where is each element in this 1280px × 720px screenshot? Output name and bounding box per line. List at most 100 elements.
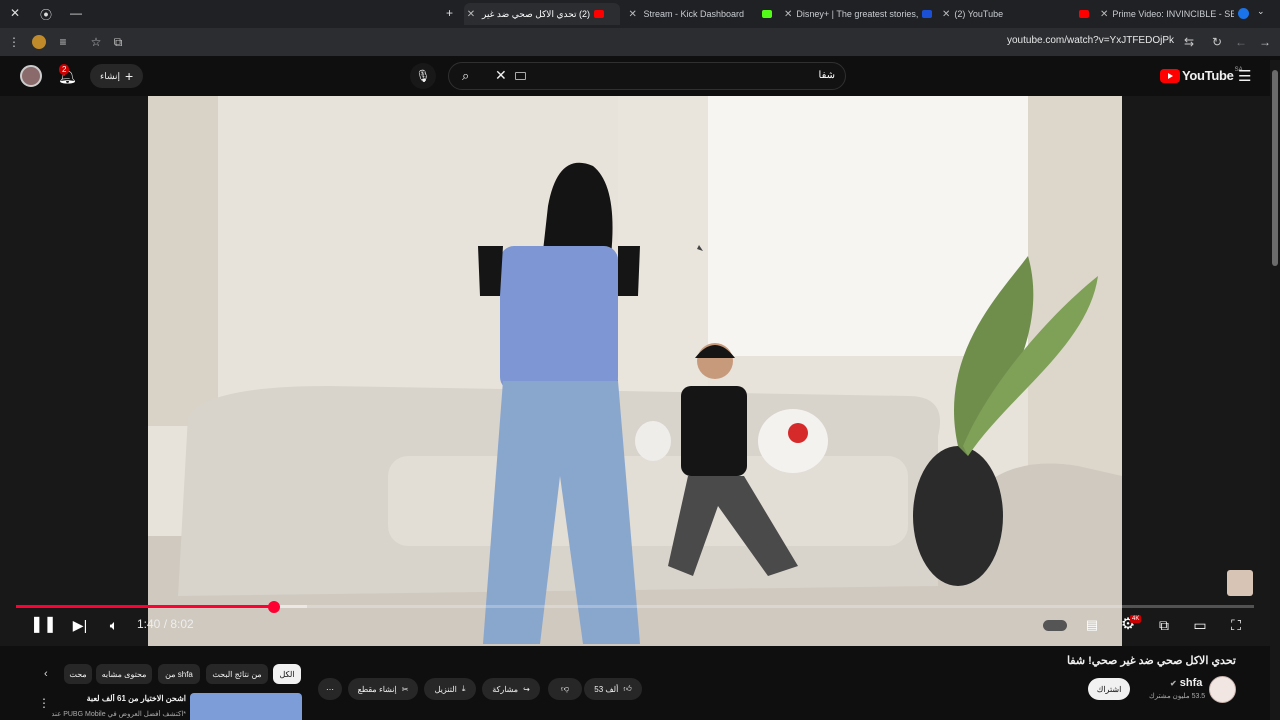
avatar[interactable] bbox=[20, 65, 42, 87]
more-actions-button[interactable]: ⋯ bbox=[318, 678, 342, 700]
video-frame[interactable] bbox=[148, 96, 1122, 646]
verified-badge-icon: ✔ bbox=[1170, 679, 1177, 688]
tab-disney-plus[interactable]: ✕ Disney+ | The greatest stories, bbox=[784, 3, 932, 25]
tab-youtube-home[interactable]: ✕ (2) YouTube bbox=[942, 3, 1092, 25]
channel-watermark[interactable] bbox=[1227, 570, 1253, 596]
bookmark-star-icon[interactable]: ☆ bbox=[88, 34, 104, 50]
profile-icon[interactable] bbox=[1238, 8, 1249, 19]
search-query: شفا bbox=[818, 70, 835, 81]
recommendation-menu-icon[interactable]: ⋮ bbox=[38, 696, 50, 710]
chip-all[interactable]: الكل bbox=[273, 664, 301, 684]
download-label: التنزيل bbox=[434, 684, 457, 694]
tab-search-chevron-icon[interactable]: ⌄ bbox=[1257, 6, 1265, 17]
scrollbar-thumb[interactable] bbox=[1272, 70, 1278, 266]
back-icon[interactable]: → bbox=[1257, 34, 1273, 50]
tab-kick-dashboard[interactable]: ✕ Stream - Kick Dashboard bbox=[626, 3, 776, 25]
pause-icon[interactable]: ❚❚ bbox=[30, 615, 57, 635]
tab-title: Disney+ | The greatest stories, bbox=[796, 9, 919, 19]
kick-favicon-icon bbox=[762, 10, 772, 18]
channel-avatar[interactable] bbox=[1209, 676, 1236, 703]
page-scrollbar[interactable] bbox=[1270, 60, 1280, 720]
extension-icon[interactable] bbox=[32, 35, 46, 49]
chip-related[interactable]: محتوى مشابه bbox=[96, 664, 152, 684]
tab-close-icon[interactable]: ✕ bbox=[942, 9, 950, 20]
create-button[interactable]: إنشاء + bbox=[90, 64, 144, 88]
youtube-masthead: 🔔︎ 2 إنشاء + 🎙︎ ⌕ ✕ شفا YouTube SA ☰ bbox=[0, 56, 1280, 96]
menu-dots-icon[interactable]: ⋮ bbox=[6, 34, 22, 50]
scissors-icon: ✂ bbox=[401, 684, 409, 694]
tab-youtube-video[interactable]: ✕ (2) تحدي الاكل صحي ضد غير bbox=[464, 3, 620, 25]
played-bar bbox=[16, 605, 274, 608]
cast-icon[interactable]: ⧉ bbox=[110, 34, 126, 50]
close-window-icon[interactable]: ✕ bbox=[10, 6, 20, 20]
more-dots-icon: ⋯ bbox=[326, 684, 334, 694]
like-count: 53 ألف bbox=[594, 684, 619, 694]
recommendation-subtitle: *اكتشف أفضل العروض في PUBG Mobile عند bbox=[52, 711, 186, 718]
below-video-section: تحدي الاكل صحي ضد غير صحي! شفا ✔ shfa 53… bbox=[0, 646, 1280, 720]
scrubber-handle[interactable] bbox=[267, 601, 280, 613]
theater-mode-icon[interactable]: ▭ bbox=[1190, 615, 1210, 635]
thumbs-down-icon: 👎︎ bbox=[560, 684, 570, 693]
subtitles-icon[interactable]: ▤ bbox=[1082, 615, 1102, 635]
thumbs-up-icon: 👍︎ bbox=[623, 684, 632, 693]
tab-close-icon[interactable]: ✕ bbox=[464, 9, 478, 20]
chevron-left-icon[interactable]: ‹ bbox=[44, 668, 48, 680]
volume-icon[interactable]: 🔈︎ bbox=[104, 615, 124, 635]
video-player[interactable]: ❚❚ ▶| 🔈︎ 1:40 / 8:02 ▤ ⚙ 4K ⧉ ▭ ⛶ bbox=[0, 96, 1280, 646]
clear-search-icon[interactable]: ✕ bbox=[495, 67, 507, 84]
plus-icon: + bbox=[125, 68, 134, 84]
site-settings-icon[interactable]: ⇆ bbox=[1181, 34, 1197, 50]
create-label: إنشاء bbox=[100, 70, 121, 81]
youtube-play-icon bbox=[1160, 68, 1180, 83]
youtube-wordmark: YouTube bbox=[1182, 68, 1234, 83]
share-button[interactable]: مشاركة ↪ bbox=[482, 678, 540, 700]
share-icon: ↪ bbox=[523, 684, 530, 694]
youtube-logo[interactable]: YouTube SA bbox=[1160, 67, 1243, 83]
new-tab-button[interactable]: + bbox=[446, 6, 453, 20]
tab-prime-video[interactable]: ✕ Prime Video: INVINCIBLE - SEA bbox=[1100, 3, 1234, 25]
reading-list-icon[interactable]: ≡ bbox=[55, 34, 71, 50]
tab-title: (2) YouTube bbox=[954, 9, 1004, 19]
share-label: مشاركة bbox=[492, 684, 519, 694]
disney-favicon-icon bbox=[922, 10, 932, 18]
tab-title: Prime Video: INVINCIBLE - SEA bbox=[1112, 9, 1234, 19]
microphone-icon[interactable]: 🎙︎ bbox=[410, 63, 436, 89]
tab-close-icon[interactable]: ✕ bbox=[626, 9, 639, 20]
tab-title: Stream - Kick Dashboard bbox=[643, 9, 744, 19]
clip-button[interactable]: إنشاء مقطع ✂ bbox=[348, 678, 418, 700]
search-icon[interactable]: ⌕ bbox=[462, 68, 469, 84]
recommendation-title[interactable]: اشحن الاختيار من 61 ألف لعبة bbox=[52, 694, 186, 703]
forward-icon[interactable]: ← bbox=[1233, 34, 1249, 50]
progress-bar[interactable] bbox=[16, 601, 1254, 613]
dislike-button[interactable]: 👎︎ bbox=[548, 678, 582, 700]
subscribe-button[interactable]: اشتراك bbox=[1088, 678, 1130, 700]
tab-close-icon[interactable]: ✕ bbox=[784, 9, 792, 20]
recommendation-thumbnail[interactable] bbox=[190, 693, 302, 720]
chip-from-search[interactable]: من نتائج البحث bbox=[206, 664, 268, 684]
record-icon[interactable]: ⦿ bbox=[40, 6, 52, 23]
reload-icon[interactable]: ↻ bbox=[1209, 34, 1225, 50]
chip-from-channel[interactable]: من shfa bbox=[158, 664, 200, 684]
minimize-icon[interactable]: — bbox=[70, 6, 82, 20]
hamburger-menu-icon[interactable]: ☰ bbox=[1238, 67, 1251, 85]
browser-address-bar: ⋮ ≡ ☆ ⧉ youtube.com/watch?v=YxJTFEDOjPk … bbox=[0, 28, 1280, 56]
search-input[interactable]: ⌕ ✕ شفا bbox=[448, 62, 846, 90]
download-button[interactable]: التنزيل ⤓ bbox=[424, 678, 476, 700]
tab-close-icon[interactable]: ✕ bbox=[1100, 9, 1108, 20]
channel-name[interactable]: ✔ shfa bbox=[1170, 677, 1202, 689]
browser-tab-strip: ✕ ⦿ — + ✕ (2) تحدي الاكل صحي ضد غير ✕ St… bbox=[0, 0, 1280, 28]
video-title: تحدي الاكل صحي ضد غير صحي! شفا bbox=[1066, 655, 1236, 667]
like-button[interactable]: 53 ألف 👍︎ bbox=[584, 678, 642, 700]
subscriber-count: 53.5 مليون مشترك bbox=[1149, 693, 1206, 700]
chip-more[interactable]: محت bbox=[64, 664, 92, 684]
url-field[interactable]: youtube.com/watch?v=YxJTFEDOjPk bbox=[1007, 35, 1174, 46]
next-video-icon[interactable]: ▶| bbox=[70, 615, 90, 635]
channel-name-text: shfa bbox=[1179, 677, 1203, 689]
keyboard-icon[interactable] bbox=[515, 72, 526, 80]
video-scene bbox=[148, 96, 1122, 646]
miniplayer-icon[interactable]: ⧉ bbox=[1154, 615, 1174, 635]
fullscreen-icon[interactable]: ⛶ bbox=[1226, 615, 1246, 635]
quality-badge: 4K bbox=[1130, 615, 1142, 623]
autoplay-toggle[interactable] bbox=[1043, 620, 1067, 631]
time-display: 1:40 / 8:02 bbox=[137, 617, 194, 631]
